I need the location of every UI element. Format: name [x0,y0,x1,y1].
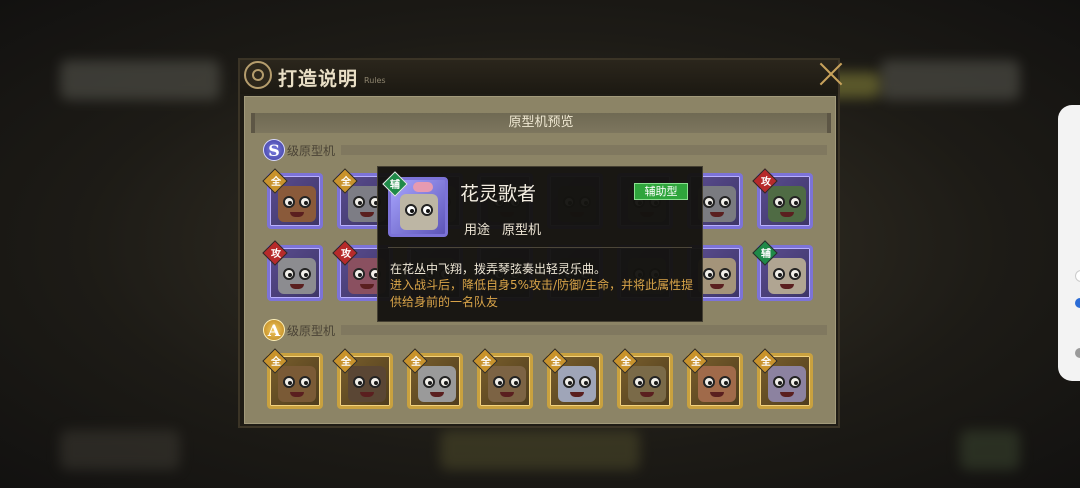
unit-tag-text: 全 [621,357,631,368]
unit-card[interactable]: 全 [472,348,533,409]
dialog-title: 打造说明 [278,68,359,90]
dialog-subtitle: Rules [364,76,386,85]
robot-face-icon [768,258,806,294]
unit-card[interactable]: 全 [682,348,743,409]
robot-face-icon [698,258,736,294]
flower-icon [413,182,433,192]
use-value: 原型机 [502,223,542,238]
background-panel [60,60,220,100]
robot-face-icon [278,186,316,222]
unit-tag-text: 全 [341,177,351,188]
unit-tag-text: 全 [411,357,421,368]
unit-tag-text: 全 [481,357,491,368]
s-tier-text: 级原型机 [287,143,336,158]
robot-face-icon [698,186,736,222]
background-panel [440,430,640,470]
unit-card[interactable]: 全 [262,348,323,409]
emblem-icon [244,61,272,89]
unit-card[interactable]: 全 [752,348,813,409]
divider [341,325,827,335]
unit-card[interactable]: 全 [332,348,393,409]
unit-detail-tooltip: 辅 花灵歌者 辅助型 用途 原型机 在花丛中飞翔，拨弄琴弦奏出轻灵乐曲。 进入战… [377,166,703,322]
dialog-header: 打造说明 Rules [240,60,838,94]
section-header: 原型机预览 [251,113,831,133]
unit-effect: 进入战斗后，降低自身5%攻击/防御/生命，并将此属性提供给身前的一名队友 [390,278,694,309]
unit-card[interactable]: 攻 [752,168,813,229]
robot-face-icon [628,366,666,402]
side-panel-icon[interactable] [1075,348,1080,358]
unit-tag-text: 全 [341,357,351,368]
unit-tag-text: 辅 [761,249,771,260]
unit-card[interactable]: 辅 [752,240,813,301]
close-icon[interactable] [816,58,846,88]
unit-card[interactable]: 攻 [262,240,323,301]
robot-face-icon [278,258,316,294]
s-tier-label: S 级原型机 [263,139,335,161]
unit-tag-text: 全 [761,357,771,368]
unit-name: 花灵歌者 [460,183,537,205]
unit-description: 在花丛中飞翔，拨弄琴弦奏出轻灵乐曲。 [390,262,607,276]
background-panel [60,430,180,470]
side-panel-icon[interactable] [1075,298,1080,308]
portrait-tag-text: 辅 [390,180,400,191]
unit-tag-text: 攻 [761,177,771,188]
unit-card[interactable]: 全 [402,348,463,409]
unit-tag-text: 全 [691,357,701,368]
robot-face-icon [348,366,386,402]
background-panel [880,60,1020,100]
unit-tag-text: 攻 [341,249,351,260]
unit-tag-text: 全 [551,357,561,368]
a-tier-text: 级原型机 [287,323,336,338]
robot-face-icon [400,194,438,230]
s-tier-badge: S [263,139,285,161]
robot-face-icon [698,366,736,402]
robot-face-icon [278,366,316,402]
unit-tag-text: 攻 [271,249,281,260]
use-label: 用途 [464,223,491,238]
background-panel [960,430,1020,470]
robot-face-icon [558,366,596,402]
robot-face-icon [488,366,526,402]
unit-card[interactable]: 全 [542,348,603,409]
robot-face-icon [418,366,456,402]
unit-card[interactable]: 全 [262,168,323,229]
floating-side-panel[interactable] [1058,105,1080,381]
a-tier-badge: A [263,319,285,341]
a-tier-label: A 级原型机 [263,319,335,341]
side-panel-dot[interactable] [1075,270,1080,282]
robot-face-icon [768,366,806,402]
unit-card[interactable]: 全 [612,348,673,409]
divider [388,247,692,248]
unit-tag-text: 全 [271,177,281,188]
divider [341,145,827,155]
robot-face-icon [768,186,806,222]
unit-type-badge: 辅助型 [634,183,688,200]
unit-tag-text: 全 [271,357,281,368]
